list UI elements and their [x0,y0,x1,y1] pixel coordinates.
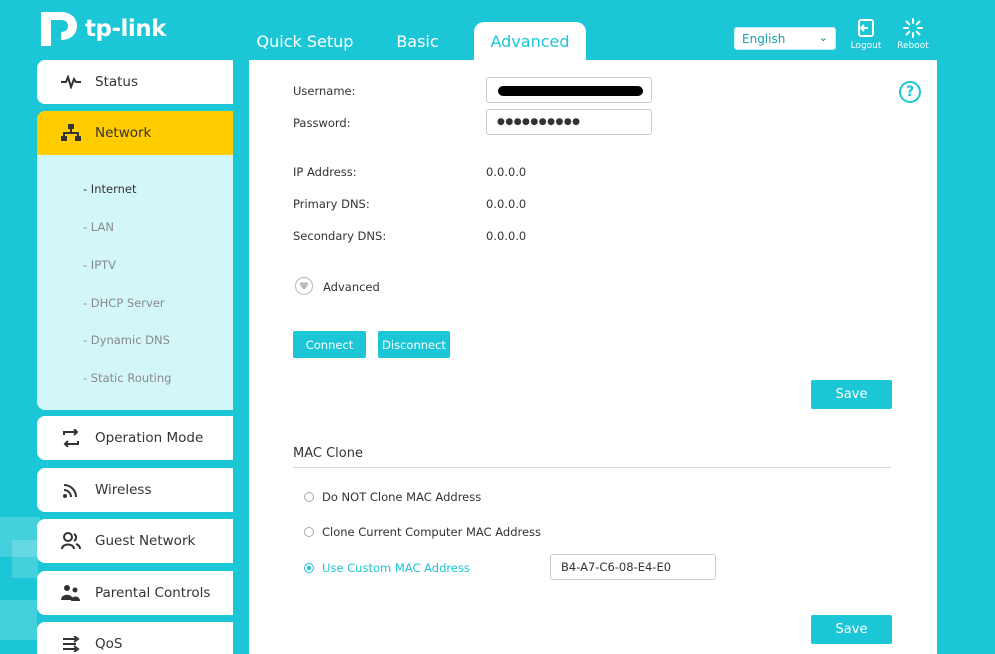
sidebar-item-label: Guest Network [95,533,196,549]
ip-address-label: IP Address: [293,165,357,179]
ip-address-value: 0.0.0.0 [486,165,527,179]
status-pulse-icon [61,75,81,89]
sidebar-item-operation-mode[interactable]: Operation Mode [37,416,233,460]
tp-link-logo-icon [41,12,77,46]
wireless-icon [61,481,81,499]
submenu-item-static-routing[interactable]: - Static Routing [83,371,171,385]
network-submenu: - Internet - LAN - IPTV - DHCP Server - … [37,155,233,410]
sidebar-item-parental-controls[interactable]: Parental Controls [37,571,233,615]
submenu-item-dynamic-dns[interactable]: - Dynamic DNS [83,333,170,347]
guest-network-icon [61,532,81,550]
help-icon[interactable]: ? [899,81,921,103]
sidebar-item-qos[interactable]: QoS [37,622,233,654]
parental-controls-icon [61,584,81,602]
custom-mac-input[interactable]: B4-A7-C6-08-E4-E0 [550,554,716,580]
submenu-item-iptv[interactable]: - IPTV [83,258,116,272]
sidebar-item-network[interactable]: Network [37,111,233,155]
chevron-down-icon: ⌄ [818,31,828,44]
password-input[interactable]: ●●●●●●●●●● [486,109,652,135]
sidebar-item-guest-network[interactable]: Guest Network [37,519,233,563]
radio-clone-current[interactable] [304,527,314,537]
radio-custom-mac-label[interactable]: Use Custom MAC Address [322,561,470,575]
radio-custom-mac[interactable] [304,563,314,573]
custom-mac-value: B4-A7-C6-08-E4-E0 [561,560,672,574]
tab-quick-setup[interactable]: Quick Setup [250,22,360,60]
sidebar-item-label: Operation Mode [95,430,204,446]
tp-link-logo: tp-link [37,6,166,52]
advanced-label[interactable]: Advanced [323,280,380,294]
username-label: Username: [293,84,356,98]
radio-no-clone-label[interactable]: Do NOT Clone MAC Address [322,490,481,504]
logout-icon [858,19,874,37]
username-redaction [498,86,643,96]
radio-no-clone[interactable] [304,492,314,502]
qos-icon [61,636,81,652]
reboot-button[interactable]: Reboot [893,18,933,51]
decor-square [0,600,37,640]
brand-name: tp-link [85,16,166,42]
sidebar-item-label: QoS [95,636,123,652]
advanced-toggle[interactable] [295,277,313,295]
reboot-icon [903,18,923,38]
reboot-label: Reboot [897,41,929,51]
network-icon [61,124,81,142]
secondary-dns-value: 0.0.0.0 [486,229,527,243]
connect-button[interactable]: Connect [293,331,366,358]
sidebar-item-wireless[interactable]: Wireless [37,468,233,512]
operation-mode-icon [61,429,81,447]
sidebar-item-label: Wireless [95,482,152,498]
primary-dns-label: Primary DNS: [293,197,370,211]
radio-clone-current-label[interactable]: Clone Current Computer MAC Address [322,525,541,539]
submenu-item-internet[interactable]: - Internet [83,182,136,196]
heart-chevron-icon [299,282,309,290]
sidebar-item-status[interactable]: Status [37,60,233,104]
logout-label: Logout [850,41,882,51]
save-button[interactable]: Save [811,380,892,409]
mac-clone-title: MAC Clone [293,446,363,461]
decor-square [12,540,38,578]
logout-button[interactable]: Logout [846,18,886,51]
password-value: ●●●●●●●●●● [497,117,581,127]
secondary-dns-label: Secondary DNS: [293,229,387,243]
tab-basic[interactable]: Basic [375,22,460,60]
submenu-item-lan[interactable]: - LAN [83,220,114,234]
tab-advanced[interactable]: Advanced [474,22,586,60]
primary-dns-value: 0.0.0.0 [486,197,527,211]
disconnect-button[interactable]: Disconnect [378,331,450,358]
password-label: Password: [293,116,351,130]
sidebar-item-label: Status [95,74,139,90]
language-select[interactable]: English ⌄ [734,27,836,50]
submenu-item-dhcp-server[interactable]: - DHCP Server [83,296,165,310]
sidebar-item-label: Network [95,125,152,141]
language-value: English [742,31,786,46]
mac-clone-save-button[interactable]: Save [811,615,892,644]
sidebar-item-label: Parental Controls [95,585,211,601]
section-divider [293,467,891,468]
